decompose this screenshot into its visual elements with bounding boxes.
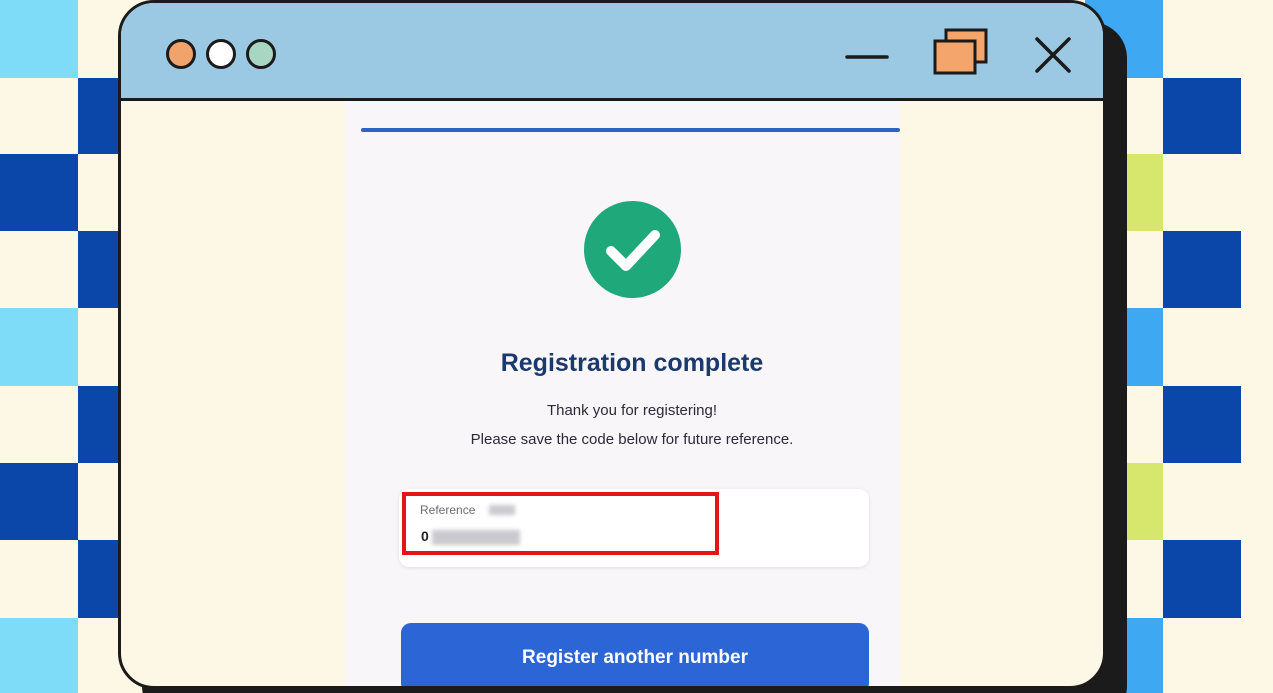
window-titlebar — [121, 3, 1103, 101]
checker-square — [1163, 78, 1241, 154]
register-another-number-button[interactable]: Register another number — [401, 623, 869, 686]
restore-window-icon — [933, 28, 988, 75]
registration-screen: Registration complete Thank you for regi… — [345, 101, 900, 686]
checker-square — [78, 78, 123, 154]
checker-square — [0, 463, 78, 540]
checker-square — [78, 231, 123, 308]
checker-square — [78, 386, 123, 463]
close-button[interactable] — [1029, 31, 1077, 79]
minus-icon — [845, 55, 889, 59]
save-code-message: Please save the code below for future re… — [470, 431, 794, 448]
checker-square — [0, 618, 78, 693]
close-x-icon — [1035, 37, 1071, 73]
checker-square — [78, 540, 123, 618]
thank-you-message: Thank you for registering! — [546, 402, 718, 419]
reference-highlight-box — [402, 492, 719, 555]
progress-bar — [361, 128, 900, 132]
app-window: Registration complete Thank you for regi… — [118, 0, 1106, 689]
checker-square — [0, 154, 78, 231]
check-circle-icon — [584, 201, 681, 298]
orange-dot-icon[interactable] — [166, 39, 196, 69]
checker-square — [1163, 386, 1241, 463]
white-dot-icon[interactable] — [206, 39, 236, 69]
green-dot-icon[interactable] — [246, 39, 276, 69]
button-label: Register another number — [522, 647, 748, 668]
minimize-button[interactable] — [843, 35, 891, 75]
checker-square — [0, 308, 78, 386]
checker-square — [1163, 231, 1241, 308]
maximize-button[interactable] — [929, 27, 993, 79]
window-content: Registration complete Thank you for regi… — [121, 101, 1103, 686]
checker-square — [0, 0, 78, 78]
checker-square — [1163, 540, 1241, 618]
page-title: Registration complete — [500, 349, 764, 377]
